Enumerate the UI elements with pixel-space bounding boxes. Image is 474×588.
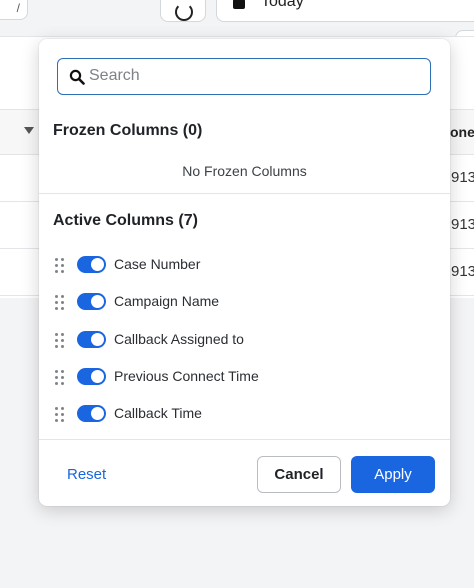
table-cell-fragment: 913 [451,169,474,186]
column-visibility-toggle[interactable] [77,256,106,273]
cancel-button[interactable]: Cancel [257,456,341,493]
column-manager-dropdown: Frozen Columns (0) No Frozen Columns Act… [39,39,450,506]
column-label: Previous Connect Time [114,368,259,384]
frozen-columns-empty-message: No Frozen Columns [182,163,307,179]
column-visibility-toggle[interactable] [77,368,106,385]
drag-handle-icon[interactable] [55,370,65,385]
column-search-input[interactable] [89,59,419,93]
active-columns-title: Active Columns (7) [53,212,198,229]
active-column-item[interactable]: Previous Connect Time [53,365,433,389]
reset-link[interactable]: Reset [67,466,106,483]
frozen-columns-title: Frozen Columns (0) [53,122,203,139]
footer-divider [39,439,450,440]
toggle-knob [91,370,104,383]
toggle-knob [91,333,104,346]
search-icon [69,69,85,85]
column-visibility-toggle[interactable] [77,293,106,310]
section-divider [39,193,450,194]
table-header-fragment: one [450,124,474,140]
sort-caret-icon[interactable] [24,127,34,134]
toggle-knob [91,258,104,271]
toggle-knob [91,407,104,420]
drag-handle-icon[interactable] [55,258,65,273]
refresh-icon [175,3,193,21]
active-column-item[interactable]: Campaign Name [53,290,433,314]
column-visibility-toggle[interactable] [77,331,106,348]
active-column-item[interactable]: Callback Assigned to [53,328,433,352]
drag-handle-icon[interactable] [55,295,65,310]
drag-handle-icon[interactable] [55,333,65,348]
column-label: Case Number [114,256,201,272]
calendar-icon [233,0,245,9]
toggle-knob [91,295,104,308]
toolbar-button-left[interactable]: / [0,0,28,20]
date-range-label: Today [261,0,304,10]
table-cell-fragment: 913 [451,216,474,233]
date-range-button[interactable]: Today [216,0,474,22]
apply-button[interactable]: Apply [351,456,435,493]
column-search-box[interactable] [57,58,431,95]
column-visibility-toggle[interactable] [77,405,106,422]
column-label: Callback Time [114,405,202,421]
toolbar-button-glyph: / [16,1,20,15]
table-cell-fragment: 913 [451,263,474,280]
active-column-item[interactable]: Case Number [53,253,433,277]
refresh-button[interactable] [160,0,206,22]
active-column-item[interactable]: Callback Time [53,402,433,426]
column-label: Callback Assigned to [114,331,244,347]
column-label: Campaign Name [114,293,220,309]
top-toolbar: / Today [0,0,474,36]
drag-handle-icon[interactable] [55,407,65,422]
